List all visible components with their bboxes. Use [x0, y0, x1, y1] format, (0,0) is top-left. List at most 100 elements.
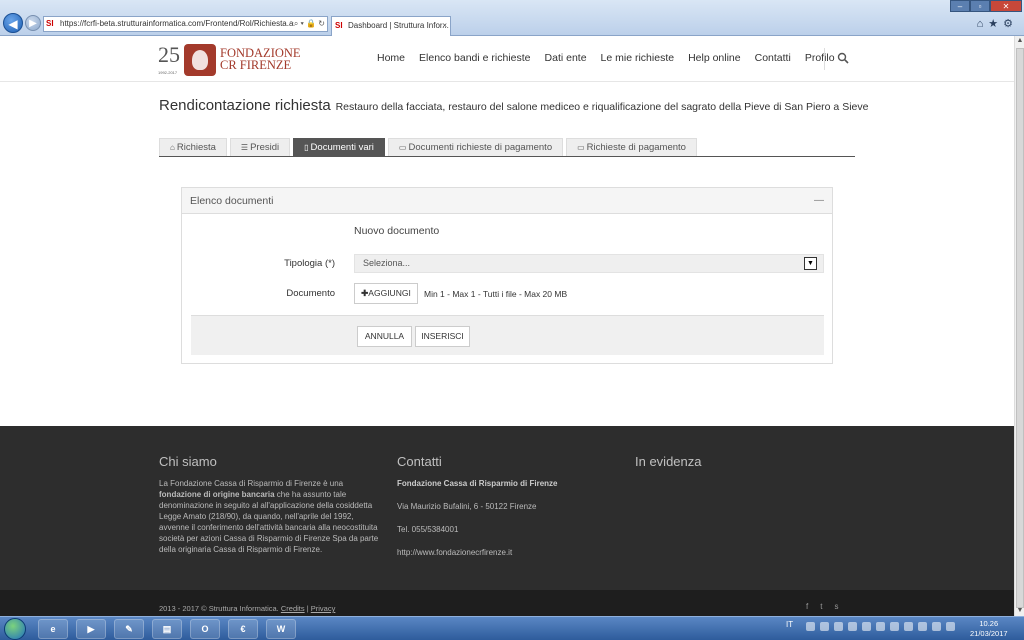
scroll-up-icon[interactable]: ▲ [1015, 36, 1024, 46]
media-player-icon[interactable]: ▶ [76, 619, 106, 639]
app-icon[interactable]: € [228, 619, 258, 639]
scroll-down-icon[interactable]: ▼ [1015, 606, 1024, 616]
tipologia-selected-value: Seleziona... [363, 258, 411, 268]
clock-date: 21/03/2017 [970, 629, 1008, 638]
browser-tab[interactable]: SI Dashboard | Struttura Infor... × [331, 16, 451, 36]
logo-emblem-icon [184, 44, 216, 76]
footer: Chi siamo La Fondazione Cassa di Risparm… [0, 426, 1014, 590]
minimize-icon[interactable]: – [950, 0, 970, 12]
cancel-button[interactable]: ANNULLA [357, 326, 412, 347]
nav-profilo[interactable]: Profilo [805, 52, 835, 64]
page-title: Rendicontazione richiesta Restauro della… [159, 97, 868, 114]
footer-chi-siamo-title: Chi siamo [159, 454, 217, 469]
search-icon[interactable] [837, 52, 849, 64]
outlook-icon[interactable]: O [190, 619, 220, 639]
word-icon[interactable]: W [266, 619, 296, 639]
logo-line-2: CR FIRENZE [220, 58, 292, 72]
privacy-link[interactable]: Privacy [311, 604, 336, 613]
tools-icon[interactable]: ✎ [114, 619, 144, 639]
contact-phone: Tel. 055/5384001 [397, 525, 459, 534]
payment-icon: ▭ [398, 143, 407, 152]
about-text-bold: fondazione di origine bancaria [159, 490, 275, 499]
footer-separator: | [306, 604, 309, 613]
home-icon: ⌂ [170, 143, 175, 152]
footer-contatti-title: Contatti [397, 454, 442, 469]
file-hint: Min 1 - Max 1 - Tutti i file - Max 20 MB [424, 289, 568, 299]
tab-label: Richiesta [176, 142, 216, 153]
nav-home[interactable]: Home [377, 52, 405, 64]
collapse-icon[interactable]: — [814, 188, 824, 214]
maximize-icon[interactable]: ▫ [970, 0, 990, 12]
internet-explorer-icon[interactable]: e [38, 619, 68, 639]
footer-bottom: 2013 - 2017 © Struttura Informatica. Cre… [0, 590, 1014, 616]
clock[interactable]: 10.26 21/03/2017 [970, 619, 1008, 639]
tab-documenti-richieste-pagamento[interactable]: ▭ Documenti richieste di pagamento [387, 138, 564, 156]
footer-chi-siamo: Chi siamo La Fondazione Cassa di Risparm… [159, 454, 384, 555]
tipologia-select[interactable]: Seleziona... ▼ [354, 254, 824, 273]
insert-button[interactable]: INSERISCI [415, 326, 470, 347]
tab-label: Documenti vari [310, 142, 374, 153]
address-bar[interactable]: SI https://fcrfi-beta.strutturainformati… [43, 16, 328, 32]
clock-time: 10.26 [979, 619, 999, 628]
copyright-text: 2013 - 2017 © Struttura Informatica. [159, 604, 279, 613]
tab-richiesta[interactable]: ⌂ Richiesta [159, 138, 227, 156]
window-close-icon[interactable]: ✕ [990, 0, 1022, 12]
contact-website-link[interactable]: http://www.fondazionecrfirenze.it [397, 547, 622, 558]
scroll-thumb[interactable] [1016, 48, 1024, 608]
page-scrollbar[interactable]: ▲ ▼ [1014, 36, 1024, 616]
language-indicator[interactable]: IT [786, 620, 793, 629]
about-text-2: che ha assunto tale denominazione in seg… [159, 490, 379, 554]
back-arrow-icon[interactable]: ◀ [3, 13, 23, 33]
credits-link[interactable]: Credits [281, 604, 305, 613]
tab-presidi[interactable]: ☰ Presidi [229, 138, 291, 156]
browser-tools-icons[interactable]: ⌂★⚙ [977, 17, 1018, 30]
nav-dati-ente[interactable]: Dati ente [545, 52, 587, 64]
foundation-logo[interactable]: 25 1992-2017 FONDAZIONE CR FIRENZE [158, 42, 301, 78]
tab-favicon-icon: SI [335, 21, 343, 30]
address-bar-icons[interactable]: ⌕ ▾ 🔒 ↻ [293, 17, 325, 31]
contact-address: Via Maurizio Bufalini, 6 - 50122 Firenze [397, 502, 537, 511]
file-icon: ▯ [304, 143, 309, 152]
site-header: 25 1992-2017 FONDAZIONE CR FIRENZE Home … [0, 36, 1014, 82]
documento-label: Documento [286, 288, 335, 299]
tab-documenti-vari[interactable]: ▯ Documenti vari [293, 138, 385, 156]
tab-label: Documenti richieste di pagamento [408, 142, 553, 153]
facebook-icon[interactable]: f [806, 602, 820, 611]
nav-mie-richieste[interactable]: Le mie richieste [601, 52, 675, 64]
documents-panel: Elenco documenti — Nuovo documento Tipol… [181, 187, 833, 364]
nav-contatti[interactable]: Contatti [755, 52, 791, 64]
logo-anniversary: 25 [158, 42, 180, 67]
add-file-button[interactable]: ✚AGGIUNGI [354, 283, 418, 304]
system-tray-icons[interactable] [806, 622, 960, 631]
page-subtitle: Restauro della facciata, restauro del sa… [335, 101, 869, 113]
tab-close-icon[interactable]: × [442, 17, 447, 35]
nav-elenco-bandi[interactable]: Elenco bandi e richieste [419, 52, 531, 64]
twitter-icon[interactable]: t [820, 602, 834, 611]
window-controls: – ▫ ✕ [950, 0, 1022, 12]
list-icon: ☰ [240, 143, 249, 152]
logo-wordmark: FONDAZIONE CR FIRENZE [220, 47, 301, 72]
footer-in-evidenza: In evidenza [635, 454, 860, 478]
tab-label: Presidi [250, 142, 280, 153]
start-button-icon[interactable] [4, 618, 26, 640]
panel-title: Elenco documenti [190, 195, 274, 207]
footer-chi-siamo-text: La Fondazione Cassa di Risparmio di Fire… [159, 478, 384, 555]
windows-taskbar: e ▶ ✎ ▤ O € W IT 10.26 21/03/2017 [0, 616, 1024, 640]
contact-name: Fondazione Cassa di Risparmio di Firenze [397, 479, 558, 488]
forward-arrow-icon[interactable]: ▶ [25, 15, 41, 31]
add-file-label: AGGIUNGI [368, 288, 411, 298]
nav-help-online[interactable]: Help online [688, 52, 741, 64]
folder-icon[interactable]: ▤ [152, 619, 182, 639]
page-title-main: Rendicontazione richiesta [159, 97, 331, 114]
skype-icon[interactable]: s [834, 602, 850, 611]
logo-years: 1992-2017 [158, 70, 178, 75]
footer-in-evidenza-title: In evidenza [635, 454, 702, 469]
social-links: fts [806, 602, 850, 611]
main-nav: Home Elenco bandi e richieste Dati ente … [377, 52, 849, 64]
chevron-down-icon[interactable]: ▼ [804, 257, 817, 270]
tab-richieste-pagamento[interactable]: ▭ Richieste di pagamento [566, 138, 697, 156]
panel-header: Elenco documenti — [182, 188, 832, 214]
section-tabs: ⌂ Richiesta ☰ Presidi ▯ Documenti vari ▭ Doc… [159, 138, 855, 157]
copyright: 2013 - 2017 © Struttura Informatica. Cre… [159, 604, 335, 613]
contact-info: Fondazione Cassa di Risparmio di Firenze… [397, 478, 622, 558]
